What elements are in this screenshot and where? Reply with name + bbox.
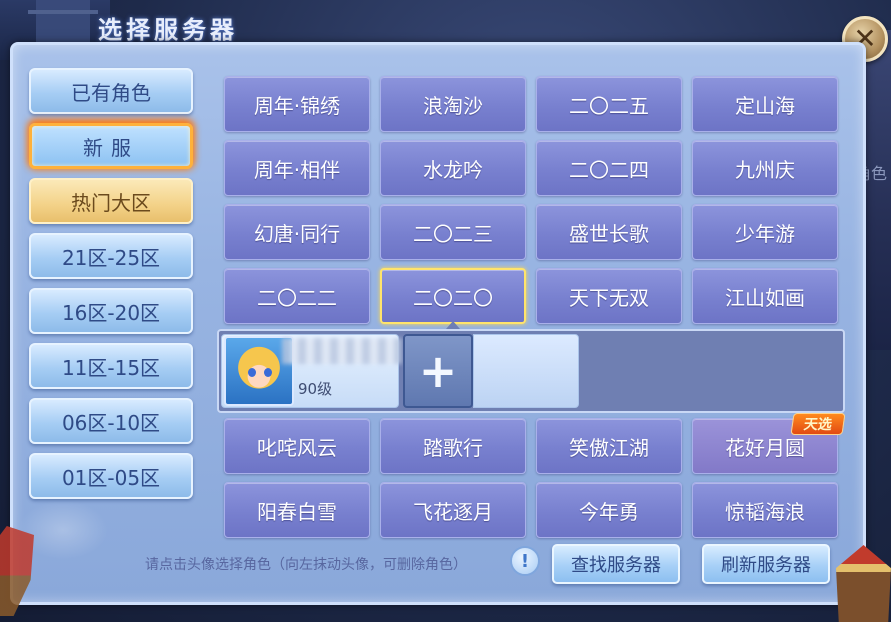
character-level: 90级 bbox=[298, 380, 333, 398]
tab-region-01-05[interactable]: 01区-05区 bbox=[29, 453, 193, 499]
server-button[interactable]: 周年·相伴 bbox=[224, 140, 370, 196]
server-button-selected[interactable]: 二〇二〇 bbox=[380, 268, 526, 324]
tab-new-servers[interactable]: 新服 bbox=[29, 123, 193, 169]
empty-character-slot bbox=[473, 334, 579, 408]
tab-region-21-25[interactable]: 21区-25区 bbox=[29, 233, 193, 279]
server-button[interactable]: 周年·锦绣 bbox=[224, 76, 370, 132]
tab-label: 已有角色 bbox=[71, 80, 151, 105]
server-button[interactable]: 阳春白雪 bbox=[224, 482, 370, 538]
server-button[interactable]: 二〇二四 bbox=[536, 140, 682, 196]
server-button[interactable]: 惊韬海浪 bbox=[692, 482, 838, 538]
find-server-button[interactable]: 查找服务器 bbox=[552, 544, 680, 584]
server-button[interactable]: 今年勇 bbox=[536, 482, 682, 538]
server-button[interactable]: 盛世长歌 bbox=[536, 204, 682, 260]
server-button[interactable]: 定山海 bbox=[692, 76, 838, 132]
server-button[interactable]: 幻唐·同行 bbox=[224, 204, 370, 260]
tab-label: 01区-05区 bbox=[61, 465, 161, 490]
tab-label: 06区-10区 bbox=[61, 410, 161, 435]
tab-label: 16区-20区 bbox=[61, 300, 161, 325]
tab-hot-regions[interactable]: 热门大区 bbox=[29, 178, 193, 224]
dialog-title: 选择服务器 bbox=[98, 15, 238, 44]
server-button[interactable]: 少年游 bbox=[692, 204, 838, 260]
tab-label: 热门大区 bbox=[71, 190, 151, 215]
server-button[interactable]: 叱咤风云 bbox=[224, 418, 370, 474]
character-name-blurred bbox=[282, 338, 402, 364]
tab-region-11-15[interactable]: 11区-15区 bbox=[29, 343, 193, 389]
avatar-eye bbox=[264, 368, 272, 377]
selection-pointer bbox=[446, 321, 460, 329]
server-button[interactable]: 二〇二五 bbox=[536, 76, 682, 132]
refresh-server-button[interactable]: 刷新服务器 bbox=[702, 544, 830, 584]
pagoda-decoration bbox=[28, 0, 98, 48]
avatar-eye bbox=[248, 368, 256, 377]
plus-icon: + bbox=[418, 344, 458, 398]
tab-existing-characters[interactable]: 已有角色 bbox=[29, 68, 193, 114]
tab-label: 11区-15区 bbox=[61, 355, 161, 380]
server-button[interactable]: 水龙吟 bbox=[380, 140, 526, 196]
tab-region-06-10[interactable]: 06区-10区 bbox=[29, 398, 193, 444]
tab-region-16-20[interactable]: 16区-20区 bbox=[29, 288, 193, 334]
hint-text: 请点击头像选择角色（向左抹动头像，可删除角色） bbox=[145, 557, 467, 573]
info-icon[interactable]: ! bbox=[510, 546, 540, 576]
tab-label: 21区-25区 bbox=[61, 245, 161, 270]
server-button[interactable]: 笑傲江湖 bbox=[536, 418, 682, 474]
server-button[interactable]: 浪淘沙 bbox=[380, 76, 526, 132]
server-button[interactable]: 九州庆 bbox=[692, 140, 838, 196]
server-button[interactable]: 天下无双 bbox=[536, 268, 682, 324]
tab-label: 新服 bbox=[83, 135, 139, 160]
featured-badge: 天选 bbox=[790, 413, 846, 435]
server-button[interactable]: 飞花逐月 bbox=[380, 482, 526, 538]
server-button[interactable]: 踏歌行 bbox=[380, 418, 526, 474]
add-character-button[interactable]: + bbox=[403, 334, 473, 408]
server-button[interactable]: 二〇二二 bbox=[224, 268, 370, 324]
server-button[interactable]: 二〇二三 bbox=[380, 204, 526, 260]
server-button[interactable]: 江山如画 bbox=[692, 268, 838, 324]
